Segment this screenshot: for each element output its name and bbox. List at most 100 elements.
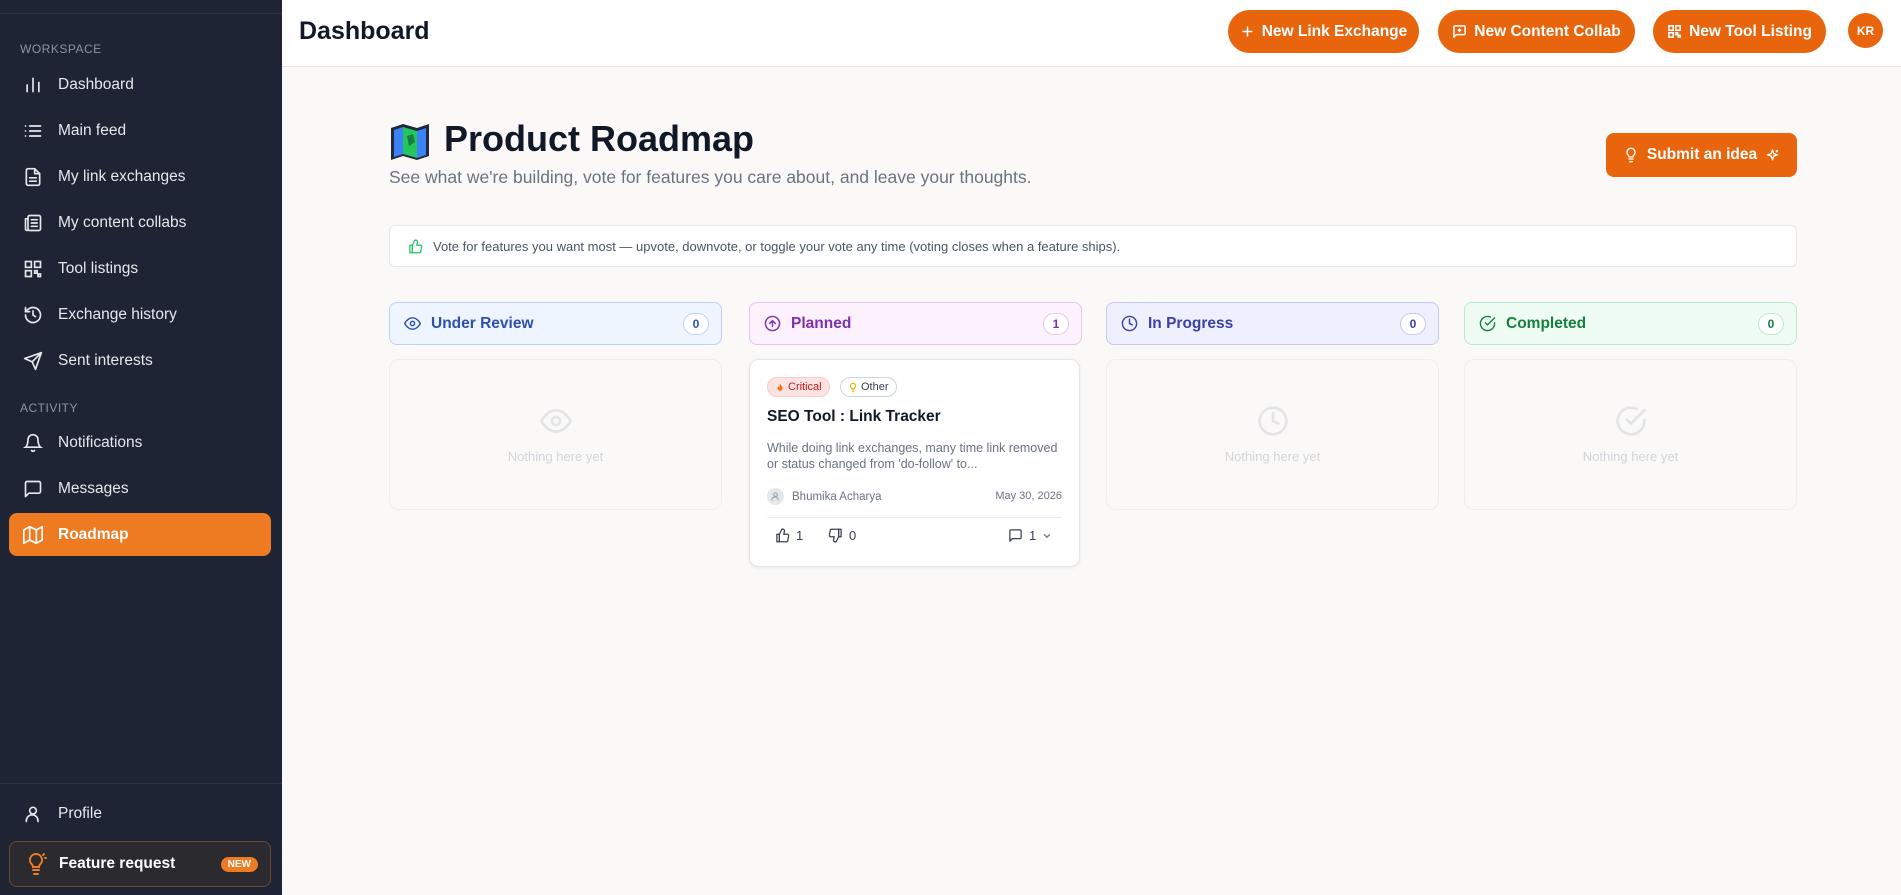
plus-icon bbox=[1240, 24, 1255, 39]
nav-exchange-history[interactable]: Exchange history bbox=[9, 293, 271, 336]
nav-notifications[interactable]: Notifications bbox=[9, 421, 271, 464]
nav-label: Exchange history bbox=[58, 305, 177, 323]
new-badge: NEW bbox=[220, 856, 258, 872]
nav-profile[interactable]: Profile bbox=[9, 792, 271, 835]
eye-icon bbox=[539, 405, 572, 437]
column-label: Planned bbox=[791, 314, 852, 332]
avatar bbox=[767, 488, 784, 505]
user-avatar[interactable]: KR bbox=[1848, 13, 1883, 48]
tag-label: Critical bbox=[788, 381, 822, 393]
nav-main-feed[interactable]: Main feed bbox=[9, 109, 271, 152]
sparkles-icon bbox=[1765, 148, 1780, 163]
nav-my-link-exchanges[interactable]: My link exchanges bbox=[9, 155, 271, 198]
upvote-count: 1 bbox=[796, 528, 804, 543]
comments-toggle[interactable]: 1 bbox=[1008, 528, 1052, 543]
button-label: New Link Exchange bbox=[1261, 22, 1408, 40]
message-plus-icon bbox=[1452, 24, 1467, 39]
new-content-collab-button[interactable]: New Content Collab bbox=[1438, 10, 1635, 53]
submit-idea-button[interactable]: Submit an idea bbox=[1606, 133, 1797, 177]
column-label: Under Review bbox=[431, 314, 534, 332]
chevron-down-icon bbox=[1042, 531, 1052, 541]
tag-label: Other bbox=[861, 381, 889, 393]
send-icon bbox=[22, 350, 44, 372]
card-author: Bhumika Acharya bbox=[767, 488, 882, 505]
clock-icon bbox=[1121, 315, 1138, 332]
history-icon bbox=[22, 304, 44, 326]
card-title: SEO Tool : Link Tracker bbox=[767, 408, 941, 425]
check-circle-icon bbox=[1479, 315, 1496, 332]
nav-label: Roadmap bbox=[58, 525, 129, 543]
column-count: 0 bbox=[1400, 312, 1426, 335]
author-name: Bhumika Acharya bbox=[792, 490, 882, 503]
flame-icon bbox=[775, 382, 785, 393]
feature-request-label: Feature request bbox=[59, 855, 176, 872]
qr-code-icon bbox=[22, 258, 44, 280]
roadmap-card[interactable]: Critical Other SEO Tool : Link Tracker W… bbox=[749, 359, 1080, 567]
column-count: 0 bbox=[683, 312, 709, 335]
nav-label: Main feed bbox=[58, 121, 127, 139]
nav-dashboard[interactable]: Dashboard bbox=[9, 63, 271, 106]
column-label: In Progress bbox=[1148, 314, 1234, 332]
qr-code-icon bbox=[1667, 24, 1682, 39]
nav-label: Sent interests bbox=[58, 351, 153, 369]
page-title: Product Roadmap bbox=[444, 118, 755, 159]
button-label: New Tool Listing bbox=[1689, 22, 1812, 40]
comment-count: 1 bbox=[1029, 528, 1037, 543]
document-icon bbox=[22, 166, 44, 188]
eye-icon bbox=[404, 315, 421, 332]
nav-label: Profile bbox=[58, 804, 102, 822]
column-empty-completed: Nothing here yet bbox=[1464, 359, 1797, 510]
downvote-button[interactable]: 0 bbox=[828, 528, 856, 543]
bell-icon bbox=[22, 432, 44, 454]
lightbulb-icon bbox=[848, 382, 858, 393]
empty-text: Nothing here yet bbox=[1224, 449, 1321, 464]
map-icon bbox=[22, 524, 44, 546]
column-count: 1 bbox=[1043, 312, 1069, 335]
nav-sent-interests[interactable]: Sent interests bbox=[9, 339, 271, 382]
list-icon bbox=[22, 120, 44, 142]
nav-tool-listings[interactable]: Tool listings bbox=[9, 247, 271, 290]
column-count: 0 bbox=[1758, 312, 1784, 335]
priority-tag: Critical bbox=[767, 377, 830, 397]
user-icon bbox=[22, 803, 44, 825]
downvote-count: 0 bbox=[849, 528, 857, 543]
message-icon bbox=[22, 478, 44, 500]
divider bbox=[0, 783, 282, 784]
nav-label: My link exchanges bbox=[58, 167, 186, 185]
nav-label: Dashboard bbox=[58, 75, 134, 93]
nav-messages[interactable]: Messages bbox=[9, 467, 271, 510]
nav-label: Tool listings bbox=[58, 259, 139, 277]
check-circle-icon bbox=[1615, 405, 1647, 437]
new-tool-listing-button[interactable]: New Tool Listing bbox=[1653, 10, 1826, 53]
column-header-completed[interactable]: Completed 0 bbox=[1464, 302, 1797, 345]
column-header-in-progress[interactable]: In Progress 0 bbox=[1106, 302, 1439, 345]
nav-roadmap[interactable]: Roadmap bbox=[9, 513, 271, 556]
empty-text: Nothing here yet bbox=[507, 449, 604, 464]
thumbs-down-icon bbox=[828, 528, 843, 543]
thumbs-up-icon bbox=[408, 238, 423, 254]
chart-bar-icon bbox=[22, 74, 44, 96]
header-title: Dashboard bbox=[299, 17, 430, 45]
clock-icon bbox=[1257, 405, 1289, 437]
feature-request-button[interactable]: Feature request NEW bbox=[9, 841, 271, 887]
column-header-under-review[interactable]: Under Review 0 bbox=[389, 302, 722, 345]
nav-my-content-collabs[interactable]: My content collabs bbox=[9, 201, 271, 244]
column-label: Completed bbox=[1506, 314, 1587, 332]
button-label: New Content Collab bbox=[1474, 22, 1621, 40]
arrow-up-circle-icon bbox=[764, 315, 781, 332]
column-empty-under-review: Nothing here yet bbox=[389, 359, 722, 510]
nav-label: My content collabs bbox=[58, 213, 187, 231]
sidebar: WORKSPACE Dashboard Main feed My link ex… bbox=[0, 0, 282, 895]
empty-text: Nothing here yet bbox=[1582, 449, 1679, 464]
button-label: Submit an idea bbox=[1646, 146, 1758, 163]
comment-icon bbox=[1008, 528, 1023, 543]
new-link-exchange-button[interactable]: New Link Exchange bbox=[1228, 10, 1419, 53]
card-description: While doing link exchanges, many time li… bbox=[767, 441, 1058, 471]
divider bbox=[767, 517, 1062, 518]
divider bbox=[0, 13, 282, 14]
category-tag: Other bbox=[840, 377, 897, 397]
upvote-button[interactable]: 1 bbox=[775, 528, 803, 543]
column-header-planned[interactable]: Planned 1 bbox=[749, 302, 1082, 345]
voting-info-banner: Vote for features you want most — upvote… bbox=[389, 225, 1797, 267]
column-empty-in-progress: Nothing here yet bbox=[1106, 359, 1439, 510]
